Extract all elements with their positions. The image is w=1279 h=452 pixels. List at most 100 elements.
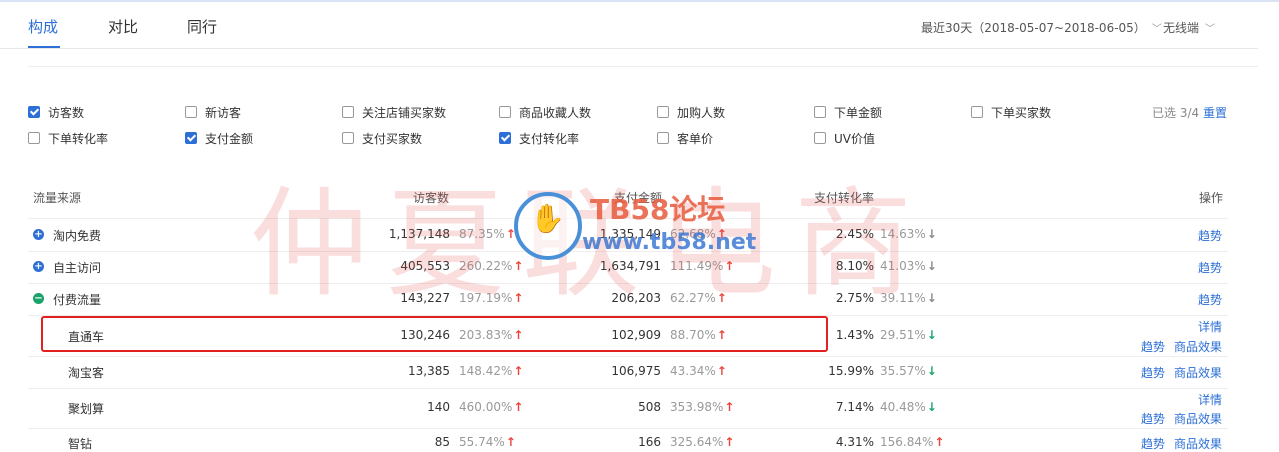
change-percent: 460.00%↑: [459, 400, 523, 414]
metric-checkbox[interactable]: UV价值: [814, 131, 875, 147]
change-percent: 148.42%↑: [459, 364, 523, 378]
checkbox-icon[interactable]: [814, 132, 826, 144]
tab-peers[interactable]: 同行: [187, 16, 217, 37]
tab-compare[interactable]: 对比: [108, 16, 138, 37]
product-effect-link[interactable]: 商品效果: [1174, 364, 1222, 381]
selected-count: 已选 3/4: [1152, 106, 1200, 120]
checkbox-checked-icon[interactable]: [185, 132, 197, 144]
change-percent: 29.51%↓: [880, 328, 937, 342]
date-range-label: 最近30天（2018-05-07~2018-06-05）: [921, 21, 1146, 35]
active-tab-indicator: [28, 46, 60, 48]
metric-label: 新访客: [205, 106, 242, 120]
metric-label: 支付金额: [205, 132, 254, 146]
change-value: 460.00%: [459, 400, 513, 414]
row-divider: [28, 428, 1228, 429]
visitors-value: 140: [427, 400, 450, 414]
change-value: 55.74%: [459, 435, 505, 449]
checkbox-icon[interactable]: [28, 132, 40, 144]
metric-label: 支付转化率: [519, 132, 580, 146]
checkbox-icon[interactable]: [342, 132, 354, 144]
metric-checkbox[interactable]: 关注店铺买家数: [342, 105, 446, 121]
change-value: 40.48%: [880, 400, 926, 414]
metric-label: 访客数: [48, 106, 85, 120]
checkbox-icon[interactable]: [657, 132, 669, 144]
metric-checkbox[interactable]: 客单价: [657, 131, 713, 147]
device-selector[interactable]: 无线端 ﹀: [1163, 19, 1215, 36]
conversion-value: 15.99%: [828, 364, 874, 378]
metric-label: 加购人数: [677, 106, 726, 120]
watermark-brand: TB58论坛: [590, 193, 726, 226]
header-actions: 操作: [1199, 191, 1224, 205]
visitors-value: 85: [434, 435, 450, 449]
change-value: 325.64%: [670, 435, 724, 449]
row-source-name: 淘宝客: [68, 366, 105, 380]
trend-link[interactable]: 趋势: [1141, 338, 1165, 355]
divider: [28, 66, 1258, 67]
row-source-name: 付费流量: [53, 293, 102, 307]
metric-checkbox[interactable]: 支付转化率: [499, 131, 579, 147]
metric-checkbox[interactable]: 加购人数: [657, 105, 725, 121]
conversion-value: 4.31%: [835, 435, 874, 449]
checkbox-icon[interactable]: [499, 106, 511, 118]
details-link[interactable]: 详情: [1198, 391, 1222, 408]
visitors-value: 13,385: [408, 364, 450, 378]
product-effect-link[interactable]: 商品效果: [1174, 410, 1222, 427]
metric-checkbox[interactable]: 下单转化率: [28, 131, 108, 147]
trend-link[interactable]: 趋势: [1141, 410, 1165, 427]
metric-checkbox[interactable]: 下单买家数: [971, 105, 1051, 121]
metric-checkbox[interactable]: 支付金额: [185, 131, 253, 147]
checkbox-checked-icon[interactable]: [499, 132, 511, 144]
checkbox-icon[interactable]: [657, 106, 669, 118]
trend-link[interactable]: 趋势: [1198, 227, 1222, 244]
checkbox-icon[interactable]: [342, 106, 354, 118]
arrow-up-icon: ↑: [505, 435, 516, 449]
arrow-up-icon: ↑: [934, 435, 945, 449]
change-value: 35.57%: [880, 364, 926, 378]
conversion-value: 7.14%: [835, 400, 874, 414]
product-effect-link[interactable]: 商品效果: [1174, 435, 1222, 452]
expand-icon[interactable]: +: [33, 229, 44, 240]
row-source-name: 淘内免费: [53, 229, 102, 243]
trend-link[interactable]: 趋势: [1141, 364, 1165, 381]
arrow-down-icon: ↓: [926, 328, 937, 342]
checkbox-checked-icon[interactable]: [28, 106, 40, 118]
change-value: 43.34%: [670, 364, 716, 378]
trend-link[interactable]: 趋势: [1198, 259, 1222, 276]
trend-link[interactable]: 趋势: [1198, 291, 1222, 308]
reset-button[interactable]: 重置: [1203, 104, 1227, 121]
change-percent: 353.98%↑: [670, 400, 734, 414]
metric-label: 关注店铺买家数: [362, 106, 447, 120]
checkbox-icon[interactable]: [185, 106, 197, 118]
header-source: 流量来源: [33, 191, 82, 205]
details-link[interactable]: 详情: [1198, 318, 1222, 335]
metric-label: 商品收藏人数: [519, 106, 592, 120]
date-range-selector[interactable]: 最近30天（2018-05-07~2018-06-05） ﹀: [921, 19, 1162, 36]
tab-composition[interactable]: 构成: [28, 16, 58, 37]
arrow-down-icon: ↓: [926, 364, 937, 378]
collapse-icon[interactable]: −: [33, 293, 44, 304]
metric-checkbox[interactable]: 新访客: [185, 105, 241, 121]
arrow-up-icon: ↑: [513, 400, 524, 414]
expand-icon[interactable]: +: [33, 261, 44, 272]
arrow-down-icon: ↓: [926, 400, 937, 414]
metric-checkbox[interactable]: 商品收藏人数: [499, 105, 591, 121]
watermark-url: www.tb58.net: [582, 230, 757, 255]
change-percent: 325.64%↑: [670, 435, 734, 449]
metric-checkbox[interactable]: 访客数: [28, 105, 84, 121]
row-source-name: 智钻: [68, 437, 93, 451]
metric-label: 下单买家数: [991, 106, 1052, 120]
product-effect-link[interactable]: 商品效果: [1174, 338, 1222, 355]
metric-checkbox[interactable]: 下单金额: [814, 105, 882, 121]
change-percent: 43.34%↑: [670, 364, 727, 378]
metric-label: 支付买家数: [362, 132, 423, 146]
change-value: 156.84%: [880, 435, 934, 449]
metric-label: 下单转化率: [48, 132, 109, 146]
metric-label: UV价值: [834, 132, 875, 146]
row-source-name: 自主访问: [53, 261, 102, 275]
checkbox-icon[interactable]: [971, 106, 983, 118]
checkbox-icon[interactable]: [814, 106, 826, 118]
change-percent: 35.57%↓: [880, 364, 937, 378]
metric-label: 客单价: [677, 132, 714, 146]
metric-checkbox[interactable]: 支付买家数: [342, 131, 422, 147]
trend-link[interactable]: 趋势: [1141, 435, 1165, 452]
